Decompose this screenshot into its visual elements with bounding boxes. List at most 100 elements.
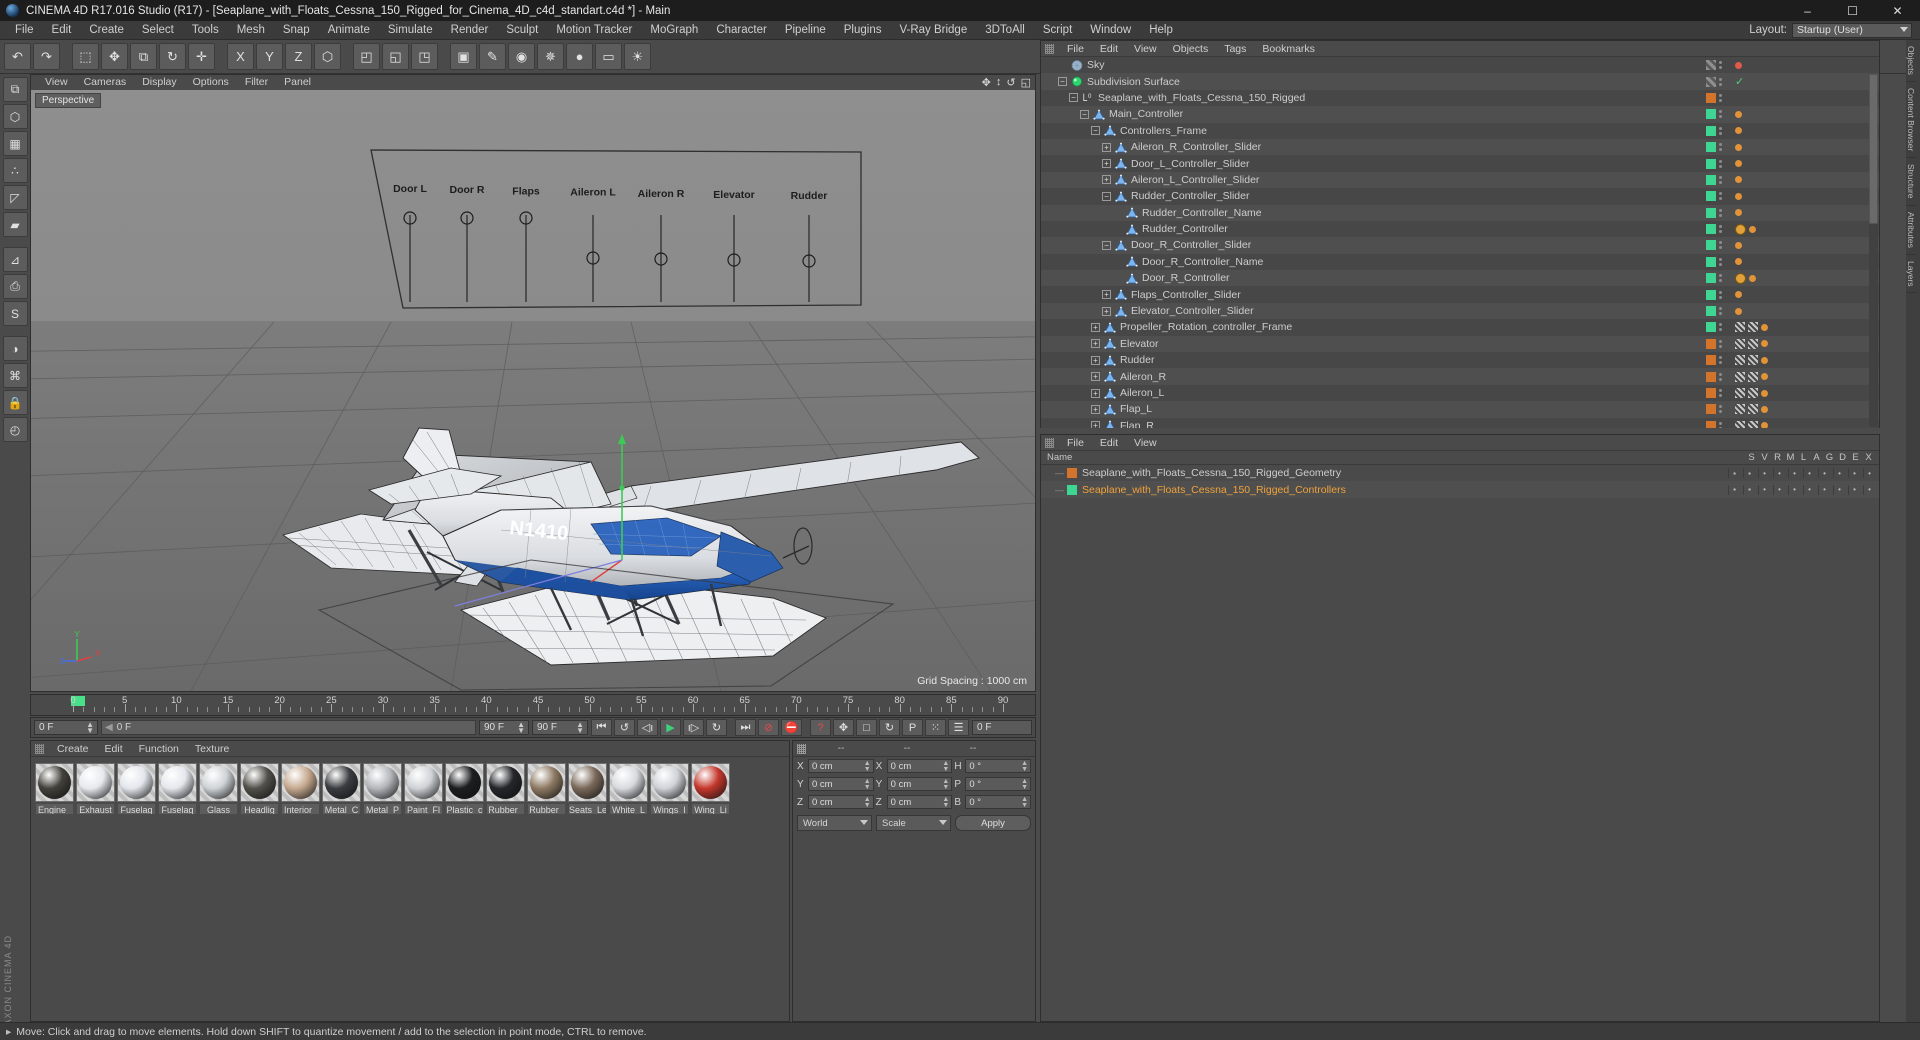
expand-icon[interactable]: +	[1091, 339, 1100, 349]
lock-workplane-button[interactable]: ⎙	[2, 274, 28, 299]
collapse-icon[interactable]: −	[1080, 109, 1089, 119]
spinner-icon[interactable]: ▲ ▼	[1021, 760, 1028, 773]
perspective-viewport[interactable]: Perspective Grid Spacing : 1000 cm Door …	[31, 90, 1035, 691]
object-name-label[interactable]: Sky	[1087, 59, 1105, 71]
material-preview[interactable]	[445, 763, 484, 802]
menu-item-edit[interactable]: Edit	[43, 21, 81, 40]
visibility-tag-green[interactable]	[1706, 273, 1716, 284]
object-row[interactable]: − Subdivision Surface ✓	[1041, 73, 1879, 90]
material-preview[interactable]	[650, 763, 689, 802]
dock-tab-attributes[interactable]: Attributes	[1906, 206, 1916, 255]
object-tags[interactable]	[1735, 223, 1865, 235]
rotation-p-field[interactable]: 0 ° ▲ ▼	[965, 777, 1032, 791]
y-axis-lock[interactable]: Y	[256, 43, 283, 70]
menu-item-help[interactable]: Help	[1140, 21, 1182, 40]
animate-button[interactable]: ◴	[2, 417, 28, 442]
column-R[interactable]: R	[1771, 452, 1784, 463]
rotate-tool[interactable]: ↻	[159, 43, 186, 70]
visibility-dots-icon[interactable]	[1719, 143, 1723, 152]
visibility-tag-green[interactable]	[1706, 256, 1716, 267]
menu-item-script[interactable]: Script	[1034, 21, 1081, 40]
environment-button[interactable]: ●	[566, 43, 593, 70]
material-name-label[interactable]: Engine_	[35, 803, 74, 815]
end-frame-field[interactable]: 90 F ▲ ▼	[479, 720, 529, 735]
position-z-field[interactable]: 0 cm ▲ ▼	[808, 795, 874, 809]
go-to-start-button[interactable]: ⏮	[591, 719, 612, 736]
object-menu-tags[interactable]: Tags	[1216, 41, 1254, 57]
object-name-label[interactable]: Propeller_Rotation_controller_Frame	[1120, 321, 1292, 333]
material-preview[interactable]	[158, 763, 197, 802]
expand-icon[interactable]: +	[1091, 372, 1100, 382]
collapse-icon[interactable]: −	[1102, 240, 1111, 250]
deformer-button[interactable]: ✵	[537, 43, 564, 70]
object-row[interactable]: + Aileron_R_Controller_Slider	[1041, 138, 1879, 156]
visibility-tag-checker[interactable]	[1706, 76, 1716, 87]
close-button[interactable]: ✕	[1875, 0, 1920, 21]
material-cell[interactable]: Fuselag	[158, 763, 197, 815]
go-to-end-button[interactable]: ⏭	[735, 719, 756, 736]
material-name-label[interactable]: Exhaust	[76, 803, 115, 815]
column-X[interactable]: X	[1862, 452, 1875, 463]
collapse-icon[interactable]: −	[1069, 93, 1078, 103]
viewport-rotate-icon[interactable]: ↺	[1006, 76, 1015, 89]
camera-button[interactable]: ▭	[595, 43, 622, 70]
menu-item-mograph[interactable]: MoGraph	[641, 21, 707, 40]
layer-list[interactable]: — Seaplane_with_Floats_Cessna_150_Rigged_…	[1041, 465, 1879, 498]
object-name-label[interactable]: Door_R_Controller_Slider	[1131, 239, 1251, 251]
size-x-field[interactable]: 0 cm ▲ ▼	[886, 759, 953, 773]
expand-icon[interactable]: +	[1091, 355, 1100, 365]
layer-color-swatch[interactable]	[1067, 484, 1077, 495]
viewport-scale-icon[interactable]: ↕	[996, 76, 1002, 89]
menu-item-3dtoall[interactable]: 3DToAll	[976, 21, 1034, 40]
visibility-tag-green[interactable]	[1706, 191, 1716, 202]
object-tags[interactable]	[1735, 127, 1865, 135]
expand-icon[interactable]: +	[1102, 306, 1111, 316]
object-row[interactable]: + Flap_R	[1041, 417, 1879, 428]
object-row[interactable]: − 0 Seaplane_with_Floats_Cessna_150_Rigged	[1041, 89, 1879, 107]
spinner-icon[interactable]: ▲ ▼	[1021, 778, 1028, 791]
secondary-menu-edit[interactable]: Edit	[1092, 435, 1126, 451]
position-key-button[interactable]: ✥	[833, 719, 854, 736]
previous-keyframe-button[interactable]: ↺	[614, 719, 635, 736]
object-tags[interactable]	[1735, 355, 1865, 366]
material-name-label[interactable]: Headlig	[240, 803, 279, 815]
material-cell[interactable]: Metal_C	[322, 763, 361, 815]
scale-key-button[interactable]: □	[856, 719, 877, 736]
live-selection-tool[interactable]: ⬚	[72, 43, 99, 70]
expand-icon[interactable]: +	[1102, 175, 1111, 185]
visibility-dots-icon[interactable]	[1719, 93, 1723, 102]
object-row[interactable]: + Elevator	[1041, 335, 1879, 353]
menu-item-file[interactable]: File	[6, 21, 43, 40]
expand-icon[interactable]: +	[1102, 290, 1111, 300]
object-menu-edit[interactable]: Edit	[1092, 41, 1126, 57]
current-frame-field[interactable]: 0 F ▲ ▼	[34, 720, 98, 735]
object-tags[interactable]	[1735, 258, 1865, 266]
collapse-icon[interactable]: −	[1102, 191, 1111, 201]
visibility-dots-icon[interactable]	[1719, 110, 1723, 119]
material-cell[interactable]: White_L	[609, 763, 648, 815]
spinner-icon-2[interactable]: ▲ ▼	[517, 721, 525, 735]
texture-mode-button[interactable]: ▦	[2, 131, 28, 156]
object-row[interactable]: Rudder_Controller	[1041, 220, 1879, 238]
visibility-tag-green[interactable]	[1706, 224, 1716, 235]
object-row[interactable]: Rudder_Controller_Name	[1041, 204, 1879, 221]
visibility-dots-icon[interactable]	[1719, 356, 1723, 365]
minimize-button[interactable]: –	[1785, 0, 1830, 21]
polygons-mode-button[interactable]: ▰	[2, 212, 28, 237]
layer-row[interactable]: — Seaplane_with_Floats_Cessna_150_Rigged_…	[1041, 481, 1879, 498]
layer-color-swatch[interactable]	[1067, 468, 1077, 479]
layer-row[interactable]: — Seaplane_with_Floats_Cessna_150_Rigged_…	[1041, 465, 1879, 481]
expand-icon[interactable]: +	[1102, 142, 1111, 152]
menu-item-v-ray-bridge[interactable]: V-Ray Bridge	[890, 21, 976, 40]
render-region-button[interactable]: ◱	[382, 43, 409, 70]
menu-item-simulate[interactable]: Simulate	[379, 21, 442, 40]
visibility-tag-green[interactable]	[1706, 306, 1716, 317]
material-preview[interactable]	[609, 763, 648, 802]
object-row[interactable]: + Aileron_L_Controller_Slider	[1041, 171, 1879, 189]
dock-tab-content-browser[interactable]: Content Browser	[1906, 82, 1916, 159]
visibility-dots-icon[interactable]	[1719, 208, 1723, 217]
visibility-tag-green[interactable]	[1706, 158, 1716, 169]
material-name-label[interactable]: Plastic_c	[445, 803, 484, 815]
menu-item-sculpt[interactable]: Sculpt	[497, 21, 547, 40]
keyframe-selection-button[interactable]: ?	[810, 719, 831, 736]
